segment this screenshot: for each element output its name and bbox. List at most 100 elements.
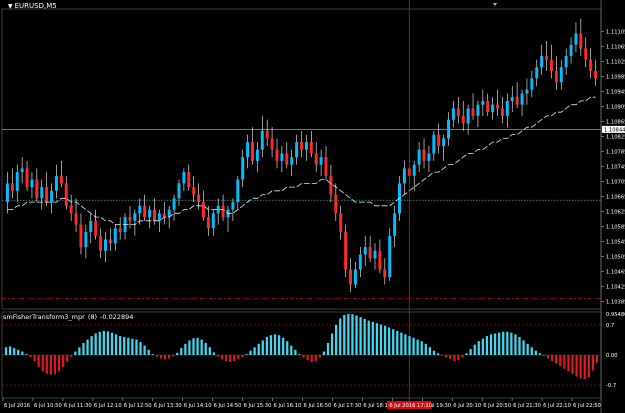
price-tick-label: 1.10385 bbox=[606, 299, 625, 305]
time-tick-label: 6 Jul 11:30 bbox=[64, 403, 92, 409]
candle-body bbox=[255, 149, 259, 161]
candle-body bbox=[221, 205, 225, 218]
candle-body bbox=[378, 250, 382, 270]
indicator-bar bbox=[233, 355, 236, 362]
indicator-bar bbox=[518, 336, 521, 355]
chart-canvas[interactable]: 1.11105 1.11065 1.11025 1.10985 1.10945 1.109… bbox=[0, 0, 625, 413]
indicator-bar bbox=[432, 350, 436, 355]
indicator-bar bbox=[237, 355, 240, 360]
candle-body bbox=[324, 157, 328, 176]
candle-body bbox=[515, 97, 519, 105]
candle-body bbox=[94, 220, 98, 236]
indicator-bar bbox=[404, 334, 407, 355]
candle-body bbox=[280, 153, 284, 161]
price-tick-label: 1.10905 bbox=[606, 105, 625, 111]
candle-body bbox=[344, 232, 348, 270]
indicator-bar bbox=[428, 347, 431, 355]
indicator-bar bbox=[241, 355, 244, 358]
candle-body bbox=[363, 247, 367, 255]
indicator-bar bbox=[17, 349, 20, 355]
indicator-bar bbox=[351, 314, 354, 355]
candle-body bbox=[128, 217, 132, 221]
indicator-bar bbox=[449, 355, 452, 360]
indicator-bar bbox=[229, 355, 232, 362]
candle-body bbox=[559, 67, 563, 83]
indicator-bar bbox=[440, 355, 444, 356]
candle-body bbox=[500, 108, 504, 116]
indicator-bar bbox=[383, 325, 387, 355]
candle-body bbox=[25, 168, 29, 188]
time-tick-label: 6 Jul 16:50 bbox=[304, 403, 332, 409]
candle-body bbox=[275, 149, 279, 161]
price-tick-label: 1.10545 bbox=[606, 239, 625, 245]
indicator-bar bbox=[408, 336, 411, 355]
indicator-bar bbox=[82, 342, 85, 355]
indicator-tick-label: 0.7 bbox=[606, 323, 614, 329]
indicator-bar bbox=[375, 323, 379, 355]
candle-body bbox=[236, 179, 240, 203]
indicator-bar bbox=[416, 339, 419, 355]
indicator-bar bbox=[33, 355, 36, 362]
indicator-bar bbox=[457, 355, 460, 361]
indicator-bar bbox=[45, 355, 48, 374]
candle-body bbox=[432, 134, 436, 154]
candle-body bbox=[334, 194, 338, 214]
candle-body bbox=[118, 228, 122, 233]
indicator-bar bbox=[326, 342, 330, 355]
candle-body bbox=[30, 179, 34, 188]
indicator-bar bbox=[147, 349, 150, 355]
indicator-title: smFisherTransform3_mpr (8) -0.022894 bbox=[3, 313, 136, 321]
time-tick-label: 6 Jul 13:30 bbox=[154, 403, 182, 409]
indicator-bar bbox=[396, 330, 399, 355]
time-tick-label: 6 Jul 12:50 bbox=[124, 403, 152, 409]
candle-body bbox=[525, 89, 529, 94]
indicator-bar bbox=[192, 338, 195, 355]
candle-body bbox=[447, 119, 450, 139]
indicator-bar bbox=[41, 355, 44, 372]
candle-body bbox=[412, 164, 416, 176]
indicator-bar bbox=[286, 341, 289, 355]
candle-body bbox=[206, 217, 210, 229]
candle-body bbox=[270, 138, 274, 150]
indicator-bar bbox=[290, 345, 293, 355]
indicator-bar bbox=[277, 335, 281, 355]
indicator-bar bbox=[522, 340, 525, 355]
indicator-tick-label: 0.954807 bbox=[606, 312, 625, 318]
indicator-bar bbox=[575, 355, 578, 377]
price-tick-label: 1.10745 bbox=[606, 164, 625, 170]
indicator-bar bbox=[330, 333, 334, 355]
indicator-bar bbox=[212, 352, 216, 355]
indicator-bar bbox=[4, 347, 8, 355]
chart-shift-marker-icon[interactable] bbox=[493, 3, 497, 6]
indicator-bar bbox=[477, 341, 480, 355]
indicator-bar bbox=[514, 334, 517, 355]
candle-body bbox=[339, 213, 343, 233]
time-tick-label: 6 Jul 17:30 bbox=[333, 403, 361, 409]
indicator-bar bbox=[94, 333, 97, 355]
candle-body bbox=[35, 179, 39, 199]
candle-body bbox=[309, 142, 313, 154]
indicator-bar bbox=[567, 355, 570, 372]
indicator-bar bbox=[151, 354, 154, 355]
price-tick-label: 1.10505 bbox=[606, 254, 625, 260]
time-tick-label: 6 Jul 16:10 bbox=[274, 403, 302, 409]
candle-body bbox=[549, 59, 553, 71]
candle-body bbox=[594, 70, 598, 79]
indicator-bar bbox=[534, 350, 537, 355]
indicator-bar bbox=[8, 346, 12, 355]
indicator-bar bbox=[106, 331, 110, 355]
time-tick-label: 6 Jul 20:10 bbox=[453, 403, 481, 409]
time-tick-label: 6 Jul 14:50 bbox=[214, 403, 242, 409]
candle-body bbox=[471, 108, 475, 116]
indicator-bar bbox=[579, 355, 582, 379]
symbol-dropdown-icon[interactable]: ▼ bbox=[8, 3, 13, 10]
indicator-bar bbox=[159, 355, 163, 359]
indicator-bar bbox=[265, 336, 268, 355]
indicator-bar bbox=[510, 332, 513, 355]
candle-body bbox=[540, 55, 544, 68]
indicator-bar bbox=[355, 315, 358, 355]
candle-body bbox=[476, 104, 480, 116]
indicator-bar bbox=[139, 342, 142, 355]
indicator-bar bbox=[220, 355, 224, 360]
candle-body bbox=[329, 175, 333, 195]
